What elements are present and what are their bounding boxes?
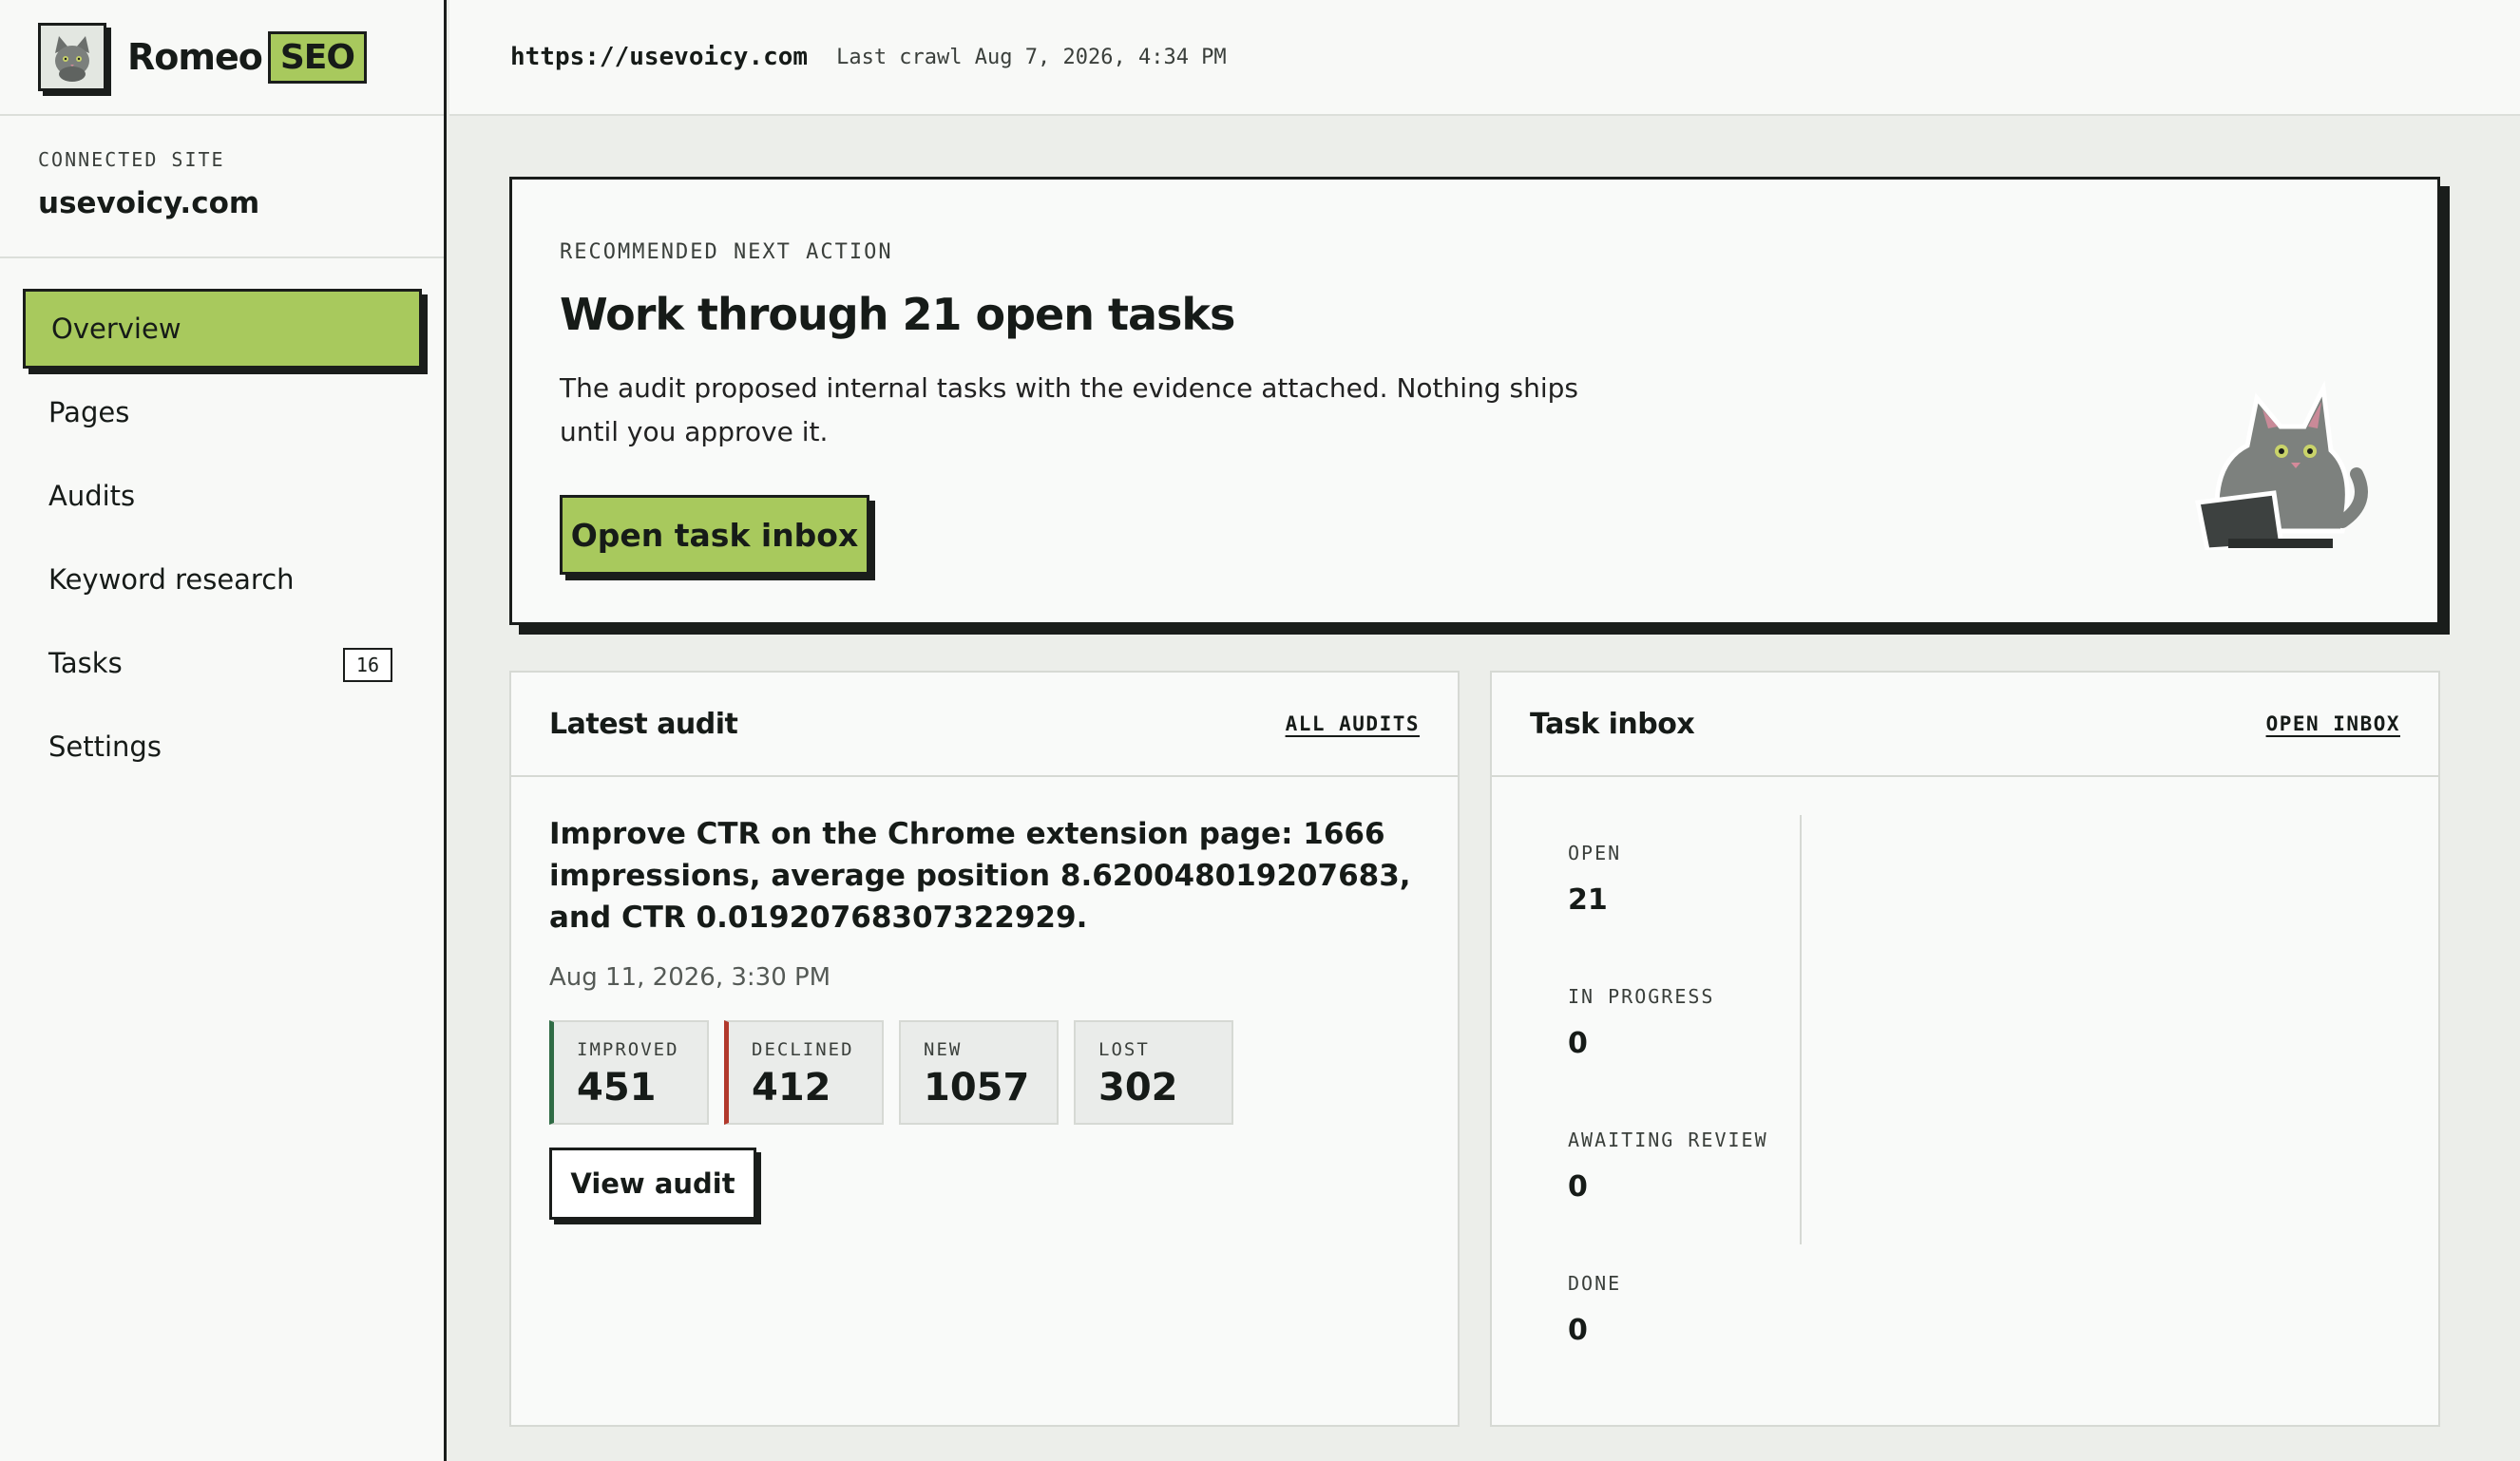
recommended-action-label: RECOMMENDED NEXT ACTION	[560, 240, 893, 264]
recommended-action-card: RECOMMENDED NEXT ACTION Work through 21 …	[509, 177, 2440, 625]
stat-value: 412	[752, 1066, 831, 1110]
stat-label: DECLINED	[752, 1039, 854, 1060]
latest-audit-header: Latest audit ALL AUDITS	[511, 673, 1458, 777]
sidebar-item-label: Keyword research	[48, 563, 295, 596]
stat-label: LOST	[1098, 1039, 1150, 1060]
topbar: https://usevoicy.com Last crawl Aug 7, 2…	[449, 0, 2520, 116]
inbox-stat-label: DONE	[1568, 1272, 1622, 1295]
stat-improved: IMPROVED 451	[549, 1020, 709, 1125]
brand-tag: SEO	[267, 30, 367, 84]
latest-audit-body: Improve CTR on the Chrome extension page…	[511, 777, 1458, 1220]
connected-site: CONNECTED SITE usevoicy.com	[0, 116, 444, 258]
sidebar-item-settings[interactable]: Settings	[23, 707, 421, 787]
connected-site-name: usevoicy.com	[38, 186, 260, 220]
tasks-count-badge: 16	[342, 648, 392, 682]
sidebar-item-label: Pages	[48, 396, 130, 428]
inbox-stat-open: OPEN 21	[1568, 815, 2438, 958]
view-audit-button[interactable]: View audit	[549, 1148, 756, 1220]
audit-headline: Improve CTR on the Chrome extension page…	[549, 817, 1411, 935]
sidebar-item-label: Settings	[48, 730, 162, 763]
sidebar-item-label: Tasks	[48, 647, 123, 679]
inbox-stat-awaiting-review: AWAITING REVIEW 0	[1568, 1102, 2438, 1245]
inbox-stat-in-progress: IN PROGRESS 0	[1568, 958, 2438, 1102]
recommended-action-description: The audit proposed internal tasks with t…	[560, 372, 1578, 447]
connected-site-label: CONNECTED SITE	[38, 148, 225, 171]
inbox-stat-label: IN PROGRESS	[1568, 985, 1715, 1008]
sidebar-item-tasks[interactable]: Tasks 16	[23, 623, 421, 703]
stat-new: NEW 1057	[899, 1020, 1059, 1125]
inbox-stat-done: DONE 0	[1568, 1245, 2438, 1389]
sidebar-item-label: Audits	[48, 480, 136, 512]
task-inbox-title: Task inbox	[1530, 707, 1695, 741]
last-crawl-text: Last crawl Aug 7, 2026, 4:34 PM	[836, 45, 1227, 69]
audit-date: Aug 11, 2026, 3:30 PM	[549, 963, 831, 992]
stat-declined: DECLINED 412	[724, 1020, 884, 1125]
inbox-stat-value: 0	[1568, 1170, 1588, 1204]
open-inbox-link[interactable]: OPEN INBOX	[2266, 712, 2400, 735]
brand[interactable]: Romeo SEO	[0, 0, 444, 116]
sidebar: Romeo SEO CONNECTED SITE usevoicy.com Ov…	[0, 0, 447, 1461]
latest-audit-title: Latest audit	[549, 707, 738, 741]
inbox-stat-label: OPEN	[1568, 842, 1622, 864]
brand-name: Romeo	[127, 36, 263, 78]
stat-label: IMPROVED	[577, 1039, 679, 1060]
stat-lost: LOST 302	[1074, 1020, 1233, 1125]
sidebar-item-audits[interactable]: Audits	[23, 456, 421, 536]
task-inbox-body: OPEN 21 IN PROGRESS 0 AWAITING REVIEW 0 …	[1492, 777, 2438, 1389]
stat-label: NEW	[924, 1039, 963, 1060]
task-inbox-panel: Task inbox OPEN INBOX OPEN 21 IN PROGRES…	[1490, 671, 2440, 1427]
all-audits-link[interactable]: ALL AUDITS	[1286, 712, 1420, 735]
stat-value: 451	[577, 1066, 657, 1110]
inbox-divider	[1800, 815, 1802, 1244]
recommended-action-title: Work through 21 open tasks	[560, 289, 1235, 340]
sidebar-item-overview[interactable]: Overview	[23, 289, 422, 369]
stat-value: 1057	[924, 1066, 1030, 1110]
task-inbox-header: Task inbox OPEN INBOX	[1492, 673, 2438, 777]
sidebar-nav: Overview Pages Audits Keyword research T…	[0, 258, 444, 787]
inbox-stat-value: 0	[1568, 1314, 1588, 1347]
cat-logo-icon	[38, 23, 106, 91]
inbox-stat-label: AWAITING REVIEW	[1568, 1129, 1768, 1151]
sidebar-item-pages[interactable]: Pages	[23, 372, 421, 452]
sidebar-item-keyword-research[interactable]: Keyword research	[23, 540, 421, 619]
latest-audit-panel: Latest audit ALL AUDITS Improve CTR on t…	[509, 671, 1460, 1427]
stat-value: 302	[1098, 1066, 1178, 1110]
inbox-stat-value: 0	[1568, 1027, 1588, 1060]
open-task-inbox-button[interactable]: Open task inbox	[560, 495, 869, 575]
audit-stats: IMPROVED 451 DECLINED 412 NEW 1057 LOST …	[549, 1020, 1420, 1125]
cat-laptop-icon	[2190, 360, 2371, 553]
sidebar-item-label: Overview	[51, 313, 181, 345]
inbox-stat-value: 21	[1568, 883, 1608, 917]
site-url[interactable]: https://usevoicy.com	[510, 43, 808, 71]
